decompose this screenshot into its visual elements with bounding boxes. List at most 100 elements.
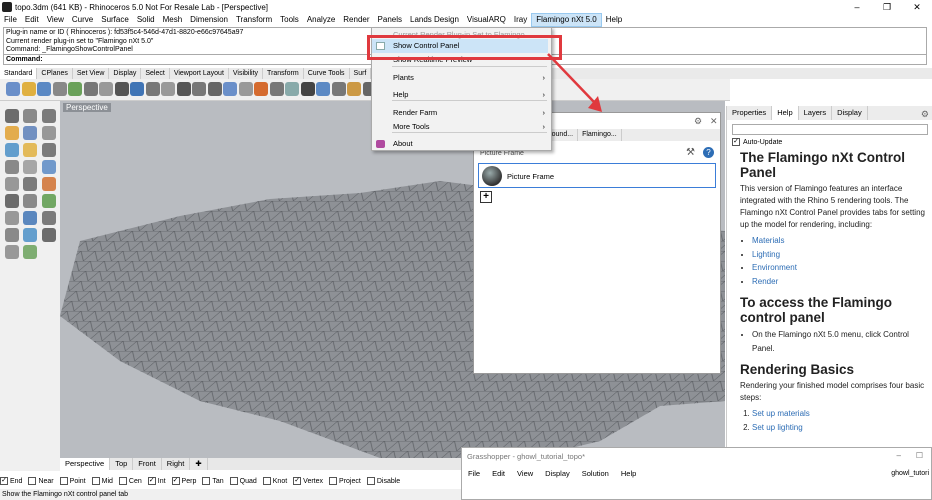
right-panel-tab-properties[interactable]: Properties — [727, 106, 773, 120]
osnap-checkbox[interactable]: Quad — [229, 477, 257, 485]
toolbar-tool-icon[interactable] — [114, 82, 129, 96]
menu-item-about[interactable]: About — [372, 137, 551, 151]
toolbar-tool-icon[interactable] — [192, 82, 206, 96]
menu-mesh[interactable]: Mesh — [159, 14, 187, 26]
toolbar-tool-icon[interactable] — [269, 82, 284, 96]
help-link[interactable]: Environment — [752, 263, 797, 272]
rhino-app-icon[interactable] — [2, 2, 12, 12]
viewport-tab[interactable]: Top — [110, 458, 134, 470]
help-link[interactable]: Set up lighting — [752, 423, 803, 432]
osnap-checkbox[interactable]: Point — [59, 477, 86, 485]
toolbar-tab[interactable]: Visibility — [229, 68, 264, 79]
osnap-checkbox[interactable]: Tan — [202, 477, 224, 485]
right-panel-tab-display[interactable]: Display — [832, 106, 868, 120]
grasshopper-menu-item[interactable]: Edit — [486, 467, 511, 480]
menu-help[interactable]: Help — [602, 14, 626, 26]
toolbar-tool-icon[interactable] — [52, 82, 67, 96]
menu-panels[interactable]: Panels — [374, 14, 406, 26]
osnap-checkbox[interactable]: Knot — [262, 477, 287, 485]
left-tool-icon[interactable] — [5, 194, 19, 208]
menu-visualarq[interactable]: VisualARQ — [463, 14, 510, 26]
menu-tools[interactable]: Tools — [276, 14, 303, 26]
menu-curve[interactable]: Curve — [68, 14, 97, 26]
left-tool-icon[interactable] — [23, 143, 37, 157]
left-tool-icon[interactable] — [42, 160, 56, 174]
toolbar-tab[interactable]: Viewport Layout — [170, 68, 229, 79]
menu-file[interactable]: File — [0, 14, 21, 26]
left-tool-icon[interactable] — [42, 228, 56, 242]
grasshopper-doc-tab[interactable]: ghowl_tutori — [891, 470, 929, 477]
left-tool-icon[interactable] — [42, 126, 56, 140]
menu-flamingo-nxt-5-0[interactable]: Flamingo nXt 5.0 — [531, 13, 602, 27]
left-tool-icon[interactable] — [5, 143, 19, 157]
osnap-checkbox[interactable]: ✓ Int — [147, 477, 166, 485]
help-link[interactable]: Render — [752, 277, 778, 286]
help-link[interactable]: Materials — [752, 236, 784, 245]
grasshopper-menu-item[interactable]: View — [511, 467, 539, 480]
toolbar-tab[interactable]: Standard — [0, 68, 38, 79]
osnap-checkbox[interactable]: Disable — [366, 477, 400, 485]
help-search-input[interactable] — [732, 124, 928, 135]
osnap-checkbox[interactable]: ✓ Perp — [171, 477, 196, 485]
left-tool-icon[interactable] — [5, 160, 19, 174]
maximize-button[interactable]: ❐ — [872, 0, 902, 14]
toolbar-tool-icon[interactable] — [223, 82, 237, 96]
left-tool-icon[interactable] — [23, 228, 37, 242]
help-link[interactable]: Set up materials — [752, 409, 810, 418]
left-tool-icon[interactable] — [5, 109, 19, 123]
toolbar-tool-icon[interactable] — [316, 82, 330, 96]
toolbar-tool-icon[interactable] — [161, 82, 175, 96]
left-tool-icon[interactable] — [23, 177, 37, 191]
control-panel-tab[interactable]: Flamingo... — [578, 129, 622, 141]
right-panel-tab-layers[interactable]: Layers — [799, 106, 833, 120]
osnap-checkbox[interactable]: Near — [28, 477, 54, 485]
toolbar-tab[interactable]: Select — [141, 68, 170, 79]
toolbar-tool-icon[interactable] — [83, 82, 98, 96]
left-tool-icon[interactable] — [42, 211, 56, 225]
viewport-tab[interactable]: Right — [162, 458, 191, 470]
osnap-checkbox[interactable]: Mid — [91, 477, 113, 485]
menu-surface[interactable]: Surface — [97, 14, 133, 26]
menu-analyze[interactable]: Analyze — [303, 14, 339, 26]
help-icon[interactable]: ? — [703, 147, 714, 158]
toolbar-tool-icon[interactable] — [207, 82, 222, 96]
left-tool-icon[interactable] — [23, 245, 37, 259]
grasshopper-menu-item[interactable]: File — [462, 467, 486, 480]
left-tool-icon[interactable] — [42, 109, 56, 123]
menu-item-render-farm[interactable]: Render Farm › — [372, 106, 551, 120]
close-button[interactable]: ✕ — [902, 0, 932, 14]
left-tool-icon[interactable] — [5, 126, 19, 140]
toolbar-tab[interactable]: Set View — [73, 68, 110, 79]
toolbar-tab[interactable]: CPlanes — [37, 68, 73, 79]
left-tool-icon[interactable] — [5, 177, 19, 191]
help-link[interactable]: Lighting — [752, 250, 780, 259]
left-tool-icon[interactable] — [5, 211, 19, 225]
menu-dimension[interactable]: Dimension — [186, 14, 232, 26]
viewport-tab[interactable]: Front — [133, 458, 162, 470]
toolbar-tool-icon[interactable] — [99, 82, 113, 96]
minimize-button[interactable]: – — [842, 0, 872, 14]
left-tool-icon[interactable] — [23, 160, 37, 174]
grasshopper-menu-item[interactable]: Help — [615, 467, 642, 480]
menu-iray[interactable]: Iray — [510, 14, 531, 26]
minimize-button[interactable]: – — [897, 451, 901, 460]
tools-icon[interactable]: ⚒ — [686, 147, 695, 158]
menu-item-plants[interactable]: Plants › — [372, 71, 551, 85]
osnap-checkbox[interactable]: ✓ Vertex — [293, 477, 323, 485]
grasshopper-menu-item[interactable]: Solution — [576, 467, 615, 480]
toolbar-tab[interactable]: Curve Tools — [304, 68, 350, 79]
add-viewport-icon[interactable]: ✚ — [190, 458, 208, 470]
toolbar-tool-icon[interactable] — [300, 82, 315, 96]
gear-icon[interactable]: ⚙ — [694, 116, 702, 127]
left-tool-icon[interactable] — [23, 126, 37, 140]
osnap-checkbox[interactable]: ✓ End — [0, 477, 22, 485]
left-tool-icon[interactable] — [23, 194, 37, 208]
toolbar-tool-icon[interactable] — [37, 82, 51, 96]
toolbar-tab[interactable]: Surf — [350, 68, 372, 79]
viewport-label[interactable]: Perspective — [63, 103, 111, 112]
gear-icon[interactable]: ⚙ — [921, 109, 929, 120]
left-tool-icon[interactable] — [23, 211, 37, 225]
maximize-button[interactable]: ☐ — [916, 451, 923, 460]
toolbar-tool-icon[interactable] — [68, 82, 82, 96]
auto-update-checkbox[interactable]: ✓ Auto-Update — [732, 138, 782, 146]
